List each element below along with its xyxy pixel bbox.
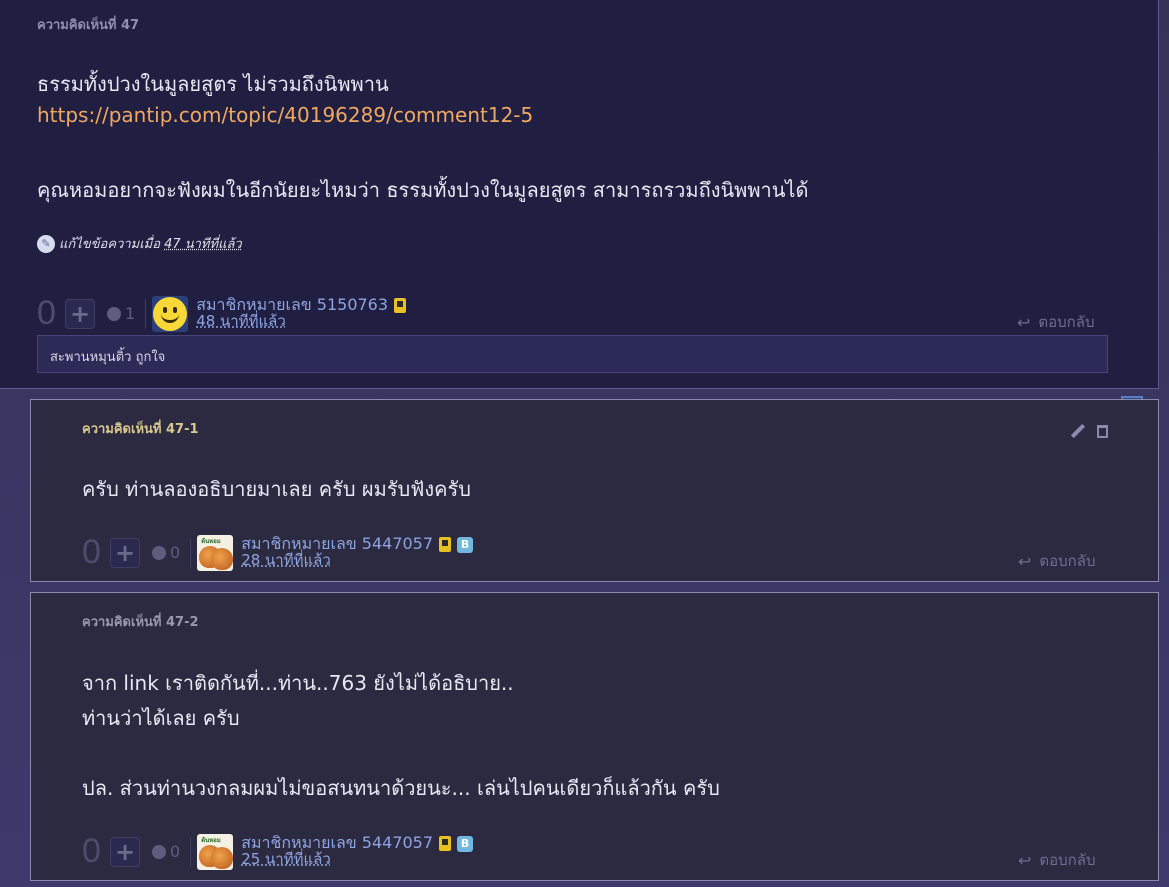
comment-47-2: ความคิดเห็นที่ 47-2 จาก link เราติดกันที… <box>30 592 1159 881</box>
vote-row: 0 + 0 ต้นหอม สมาชิกหมายเลข 5447057 B 28 … <box>82 533 474 572</box>
onion-avatar-icon[interactable]: ต้นหอม <box>197 534 234 571</box>
reply-button[interactable]: ↩ ตอบกลับ <box>1018 848 1095 872</box>
edit-icon: ✎ <box>37 234 55 253</box>
comment-47: ความคิดเห็นที่ 47 ธรรมทั้งปวงในมูลยสูตร … <box>0 0 1159 389</box>
edit-note: ✎ แก้ไขข้อความเมื่อ 47 นาทีที่แล้ว <box>37 233 242 254</box>
blog-badge-icon[interactable]: B <box>457 835 474 852</box>
divider <box>190 836 192 867</box>
avatar-label: ต้นหอม <box>201 537 221 545</box>
reaction-users[interactable]: สะพานหมุนติ้ว ถูกใจ <box>50 350 165 365</box>
reply-arrow-icon: ↩ <box>1017 312 1031 332</box>
trash-icon[interactable] <box>1097 425 1108 438</box>
comment-number: ความคิดเห็นที่ 47 <box>37 18 140 33</box>
comment-number: ความคิดเห็นที่ 47-1 <box>82 422 199 437</box>
emotion-count: 1 <box>125 304 136 323</box>
emotion-count: 0 <box>170 543 181 562</box>
reply-label: ตอบกลับ <box>1039 552 1096 570</box>
reply-label: ตอบกลับ <box>1038 313 1095 331</box>
reply-arrow-icon: ↩ <box>1018 551 1032 571</box>
vote-score: 0 <box>82 533 101 571</box>
avatar-label: ต้นหอม <box>201 836 221 844</box>
reply-button[interactable]: ↩ ตอบกลับ <box>1017 310 1094 334</box>
comment-time[interactable]: 25 นาทีที่แล้ว <box>241 851 473 868</box>
mobile-badge-icon <box>394 298 407 314</box>
emotion-icon <box>152 844 166 859</box>
vote-row: 0 + 0 ต้นหอม สมาชิกหมายเลข 5447057 B 25 … <box>82 832 474 871</box>
comment-47-1: ความคิดเห็นที่ 47-1 ครับ ท่านลองอธิบายมา… <box>30 399 1159 582</box>
edit-time[interactable]: 47 นาทีที่แล้ว <box>164 233 242 254</box>
comment-time[interactable]: 28 นาทีที่แล้ว <box>241 552 473 569</box>
divider <box>145 298 147 329</box>
mobile-badge-icon <box>439 537 452 553</box>
divider <box>190 537 192 568</box>
reaction-bar: สะพานหมุนติ้ว ถูกใจ <box>37 335 1108 373</box>
smiley-avatar-icon[interactable] <box>152 295 189 332</box>
plus-vote-button[interactable]: + <box>110 537 140 568</box>
reply-button[interactable]: ↩ ตอบกลับ <box>1018 549 1095 573</box>
plus-vote-button[interactable]: + <box>110 836 140 867</box>
emotion-button[interactable]: 0 <box>152 543 180 562</box>
comment-link[interactable]: https://pantip.com/topic/40196289/commen… <box>37 103 533 127</box>
reply-arrow-icon: ↩ <box>1018 850 1032 870</box>
edit-pencil-icon[interactable] <box>1071 424 1085 438</box>
comment-text-line-2: คุณหอมอยากจะฟังผมในอีกนัยยะไหมว่า ธรรมทั… <box>37 178 809 202</box>
emotion-button[interactable]: 0 <box>152 842 180 861</box>
emotion-icon <box>107 306 121 321</box>
comment-text-line-3: ปล. ส่วนท่านวงกลมผมไม่ขอสนทนาด้วยนะ... เ… <box>82 776 720 800</box>
plus-vote-button[interactable]: + <box>65 298 95 329</box>
reply-label: ตอบกลับ <box>1039 851 1096 869</box>
user-info: สมาชิกหมายเลข 5447057 B 25 นาทีที่แล้ว <box>241 834 474 868</box>
edit-prefix: แก้ไขข้อความเมื่อ <box>59 237 161 252</box>
comment-number: ความคิดเห็นที่ 47-2 <box>82 615 199 630</box>
vote-score: 0 <box>37 294 56 332</box>
mobile-badge-icon <box>439 836 452 852</box>
comment-text-line-1: ครับ ท่านลองอธิบายมาเลย ครับ ผมรับฟังครั… <box>82 477 471 501</box>
comment-text-line-1: จาก link เราติดกันที่...ท่าน..763 ยังไม่… <box>82 671 514 695</box>
comment-text-line-1: ธรรมทั้งปวงในมูลยสูตร ไม่รวมถึงนิพพาน <box>37 72 389 96</box>
vote-row: 0 + 1 สมาชิกหมายเลข 5150763 48 นาทีที่แล… <box>37 294 407 333</box>
vote-score: 0 <box>82 832 101 870</box>
emotion-icon <box>152 545 166 560</box>
onion-avatar-icon[interactable]: ต้นหอม <box>197 833 234 870</box>
comment-time[interactable]: 48 นาทีที่แล้ว <box>196 313 406 330</box>
user-info: สมาชิกหมายเลข 5150763 48 นาทีที่แล้ว <box>196 296 407 330</box>
emotion-button[interactable]: 1 <box>107 304 135 323</box>
emotion-count: 0 <box>170 842 181 861</box>
user-info: สมาชิกหมายเลข 5447057 B 28 นาทีที่แล้ว <box>241 535 474 569</box>
comment-tools <box>1071 424 1108 438</box>
blog-badge-icon[interactable]: B <box>457 536 474 553</box>
comment-text-line-2: ท่านว่าได้เลย ครับ <box>82 706 240 730</box>
